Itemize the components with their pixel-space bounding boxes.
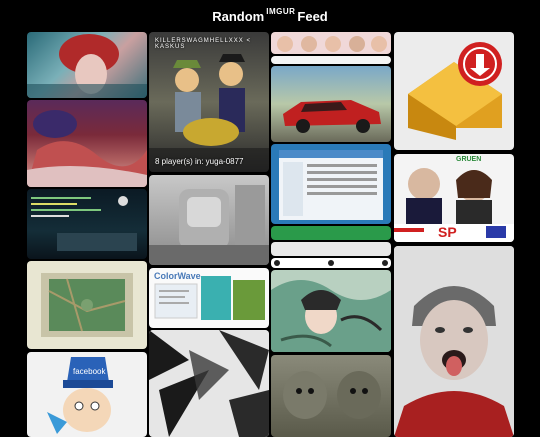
image-tile-man-tongue[interactable] xyxy=(394,246,514,437)
image-tile-thin-strip[interactable] xyxy=(271,56,391,64)
svg-text:facebook: facebook xyxy=(73,367,106,376)
image-tile-red-car[interactable] xyxy=(271,66,391,142)
skull-strip-image xyxy=(274,260,388,266)
title-feed: Feed xyxy=(297,8,328,24)
page-title: Random IMGUR Feed xyxy=(0,0,540,32)
poster-top-text: GRUEN xyxy=(456,156,482,163)
image-tile-animals[interactable] xyxy=(271,355,391,437)
image-tile-facebook-cartoon[interactable]: facebook xyxy=(27,352,147,437)
pine-tree-image xyxy=(149,330,269,437)
illustration-image xyxy=(271,280,391,352)
image-tile-red-hair-woman[interactable] xyxy=(27,32,147,98)
image-tile-gray-bar[interactable] xyxy=(271,242,391,256)
title-imgur: IMGUR xyxy=(266,6,296,16)
car-interior-image xyxy=(149,185,269,265)
image-tile-floppy-drive[interactable] xyxy=(394,32,514,150)
faces-strip-image xyxy=(277,36,387,52)
game-map-image xyxy=(41,273,133,337)
red-car-image xyxy=(283,100,381,133)
image-tile-skull-strip[interactable] xyxy=(271,258,391,268)
image-tile-colorwave[interactable]: ColorWave xyxy=(149,268,269,328)
image-tile-faces-strip[interactable] xyxy=(271,32,391,54)
image-tile-map[interactable] xyxy=(27,261,147,349)
image-tile-car-interior[interactable] xyxy=(149,175,269,265)
image-tile-flesh-art[interactable] xyxy=(27,100,147,187)
flesh-art-image xyxy=(27,110,147,187)
image-tile-game-characters[interactable]: KILLERSWAGMHELLXXX < KASKUS 8 player(s) … xyxy=(149,32,269,172)
image-tile-game-chat[interactable] xyxy=(27,189,147,259)
title-random: Random xyxy=(212,8,265,24)
image-tile-software-window[interactable] xyxy=(271,144,391,224)
colorwave-logo: ColorWave xyxy=(154,271,201,281)
animals-image xyxy=(283,371,381,419)
game-player-caption: 8 player(s) in: yuga-0877 xyxy=(155,157,244,166)
man-tongue-image xyxy=(394,246,514,437)
game-chat-screenshot xyxy=(31,196,137,251)
floppy-drive-icon xyxy=(408,42,502,140)
software-window-image xyxy=(279,150,383,220)
red-hair-woman-image xyxy=(27,34,147,98)
image-tile-illustration[interactable] xyxy=(271,270,391,352)
game-top-caption: KILLERSWAGMHELLXXX < KASKUS xyxy=(155,38,251,50)
image-tile-pine-tree[interactable] xyxy=(149,330,269,437)
poster-sp-banner: SP xyxy=(438,224,457,240)
facebook-cartoon-image: facebook xyxy=(47,357,113,434)
image-tile-green-bar[interactable] xyxy=(271,226,391,240)
game-characters-image xyxy=(149,54,269,172)
image-tile-political-poster[interactable]: GRUEN SP xyxy=(394,154,514,242)
